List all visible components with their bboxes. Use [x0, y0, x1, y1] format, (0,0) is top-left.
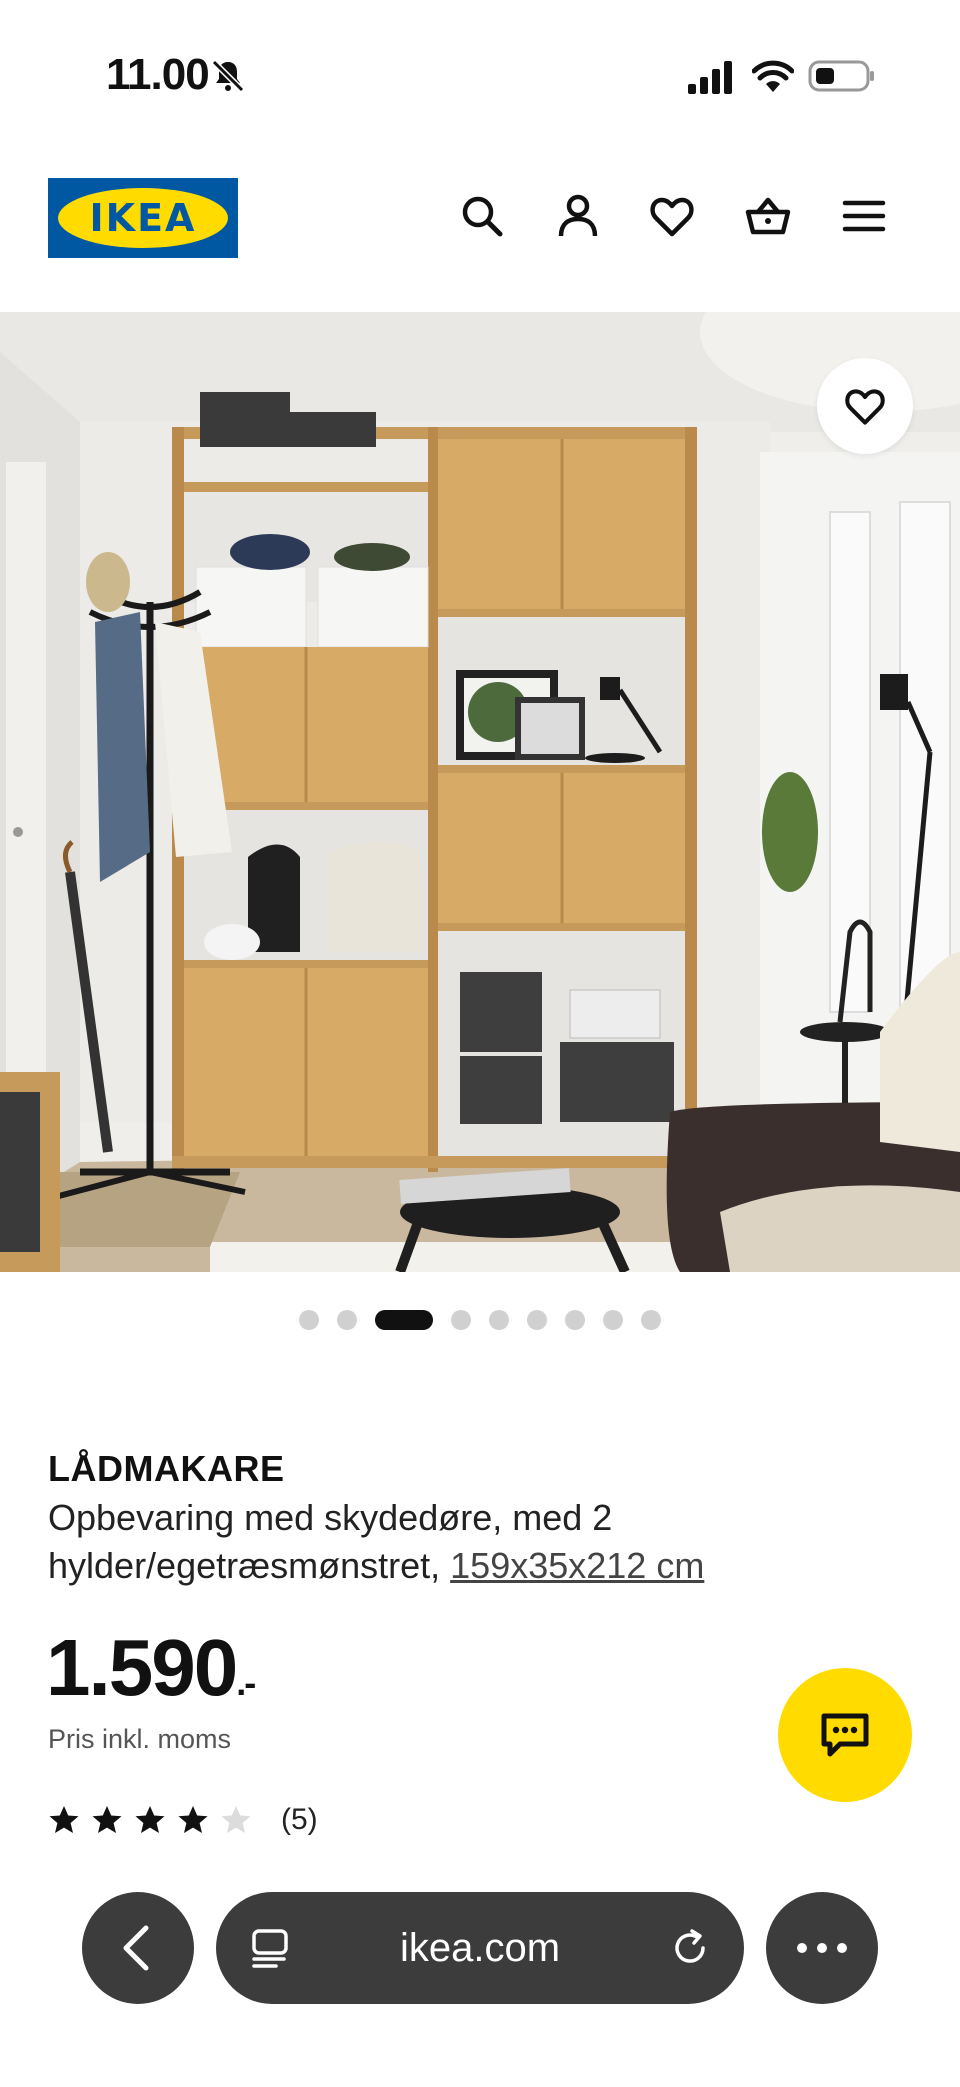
battery-icon [808, 60, 874, 92]
star-filled-icon [178, 1806, 208, 1833]
menu-icon[interactable] [840, 192, 888, 240]
url-text: ikea.com [399, 1926, 561, 1970]
price-suffix: .- [236, 1662, 256, 1703]
product-name: LÅDMAKARE [48, 1448, 285, 1489]
search-icon[interactable] [458, 192, 506, 240]
image-carousel-indicator [0, 1308, 960, 1332]
carousel-dot[interactable] [299, 1310, 319, 1330]
bell-muted-icon [211, 59, 245, 93]
back-button[interactable] [82, 1892, 194, 2004]
more-icon [797, 1943, 847, 1953]
basket-icon[interactable] [744, 192, 792, 240]
add-to-favourites-button[interactable] [817, 358, 913, 454]
rating-stars [48, 1804, 263, 1836]
price-value: 1.590 [46, 1623, 238, 1712]
chat-icon [821, 1713, 869, 1757]
product-photo [0, 312, 960, 1272]
carousel-dot[interactable] [527, 1310, 547, 1330]
star-filled-icon [135, 1806, 165, 1833]
carousel-dot[interactable] [337, 1310, 357, 1330]
star-empty-icon [221, 1806, 251, 1833]
price-note: Pris inkl. moms [48, 1724, 232, 1754]
product-description: Opbevaring med skydedøre, med 2 hylder/e… [48, 1494, 868, 1590]
carousel-dot[interactable] [565, 1310, 585, 1330]
signal-icon [688, 61, 732, 94]
user-icon[interactable] [554, 192, 602, 240]
review-count: (5) [281, 1803, 318, 1836]
ikea-logo[interactable]: IKEA [48, 178, 238, 258]
product-rating[interactable]: (5) [48, 1800, 318, 1840]
status-time: 11.00 [106, 50, 210, 99]
logo-text: IKEA [89, 196, 197, 240]
chevron-left-icon [123, 1925, 149, 1971]
carousel-dot-active[interactable] [375, 1310, 433, 1330]
wifi-icon [752, 60, 794, 92]
status-bar: 11.00 [0, 0, 960, 150]
reload-icon[interactable] [670, 1928, 710, 1968]
product-image[interactable] [0, 312, 960, 1272]
carousel-dot[interactable] [451, 1310, 471, 1330]
product-price: 1.590.- [46, 1622, 256, 1714]
chat-button[interactable] [778, 1668, 912, 1802]
product-dimensions-link[interactable]: 159x35x212 cm [450, 1545, 704, 1586]
carousel-dot[interactable] [489, 1310, 509, 1330]
star-filled-icon [92, 1806, 122, 1833]
heart-icon[interactable] [648, 192, 696, 240]
carousel-dot[interactable] [603, 1310, 623, 1330]
heart-icon [845, 389, 885, 425]
address-bar[interactable]: ikea.com [216, 1892, 744, 2004]
star-filled-icon [49, 1806, 79, 1833]
carousel-dot[interactable] [641, 1310, 661, 1330]
more-options-button[interactable] [766, 1892, 878, 2004]
